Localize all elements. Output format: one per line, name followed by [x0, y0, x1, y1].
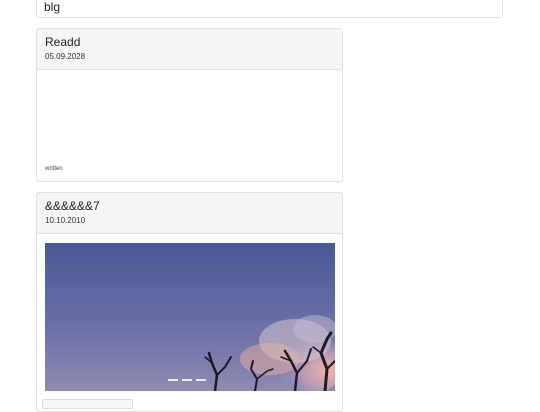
image-carousel[interactable] — [45, 243, 335, 391]
partial-button[interactable] — [42, 399, 133, 409]
post-card: &&&&&&7 10.10.2010 — [36, 192, 343, 412]
carousel-indicator[interactable] — [182, 379, 192, 381]
post-card: Readd 05.09.2028 written — [36, 28, 343, 182]
site-title[interactable]: blg — [44, 0, 60, 14]
site-header: blg — [36, 0, 503, 18]
carousel-indicator[interactable] — [168, 379, 178, 381]
post-body: written — [37, 70, 342, 181]
sky-photo — [45, 243, 335, 391]
post-date: 10.10.2010 — [45, 216, 86, 225]
post-text: written — [45, 166, 63, 172]
post-header: &&&&&&7 10.10.2010 — [37, 193, 342, 234]
carousel-indicators — [168, 379, 206, 381]
post-title[interactable]: Readd — [45, 35, 334, 49]
post-header: Readd 05.09.2028 — [37, 29, 342, 70]
post-date: 05.09.2028 — [45, 52, 86, 61]
carousel-indicator[interactable] — [196, 379, 206, 381]
post-title[interactable]: &&&&&&7 — [45, 199, 334, 213]
